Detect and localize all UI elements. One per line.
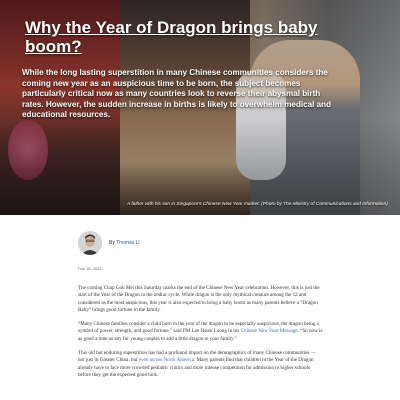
article-paragraph-3: This old but enduring superstition has h… (78, 350, 323, 379)
avatar[interactable] (78, 231, 102, 255)
photo-caption: A father with his son in Singapore's Chi… (127, 202, 388, 207)
author-photo-icon (78, 231, 102, 255)
cny-message-link[interactable]: Chinese New Year Message (241, 328, 298, 334)
article-paragraph-2: “Many Chinese families consider a child … (78, 321, 323, 343)
byline: By Thomas Li (109, 240, 140, 246)
byline-by-label: By (109, 240, 115, 246)
article-title[interactable]: Why the Year of Dragon brings baby boom? (25, 18, 345, 56)
article-subtitle: While the long lasting superstition in m… (22, 68, 332, 119)
north-america-link[interactable]: even across North America (139, 357, 194, 363)
hero-banner: Why the Year of Dragon brings baby boom?… (0, 0, 400, 215)
article-body: The coming Chap Goh Mei this Saturday ma… (78, 285, 323, 386)
article-paragraph-1: The coming Chap Goh Mei this Saturday ma… (78, 285, 320, 313)
author-name-link[interactable]: Thomas Li (116, 240, 139, 246)
author-block: By Thomas Li (78, 231, 140, 255)
publish-date: Feb 18, 2024 (78, 266, 102, 271)
